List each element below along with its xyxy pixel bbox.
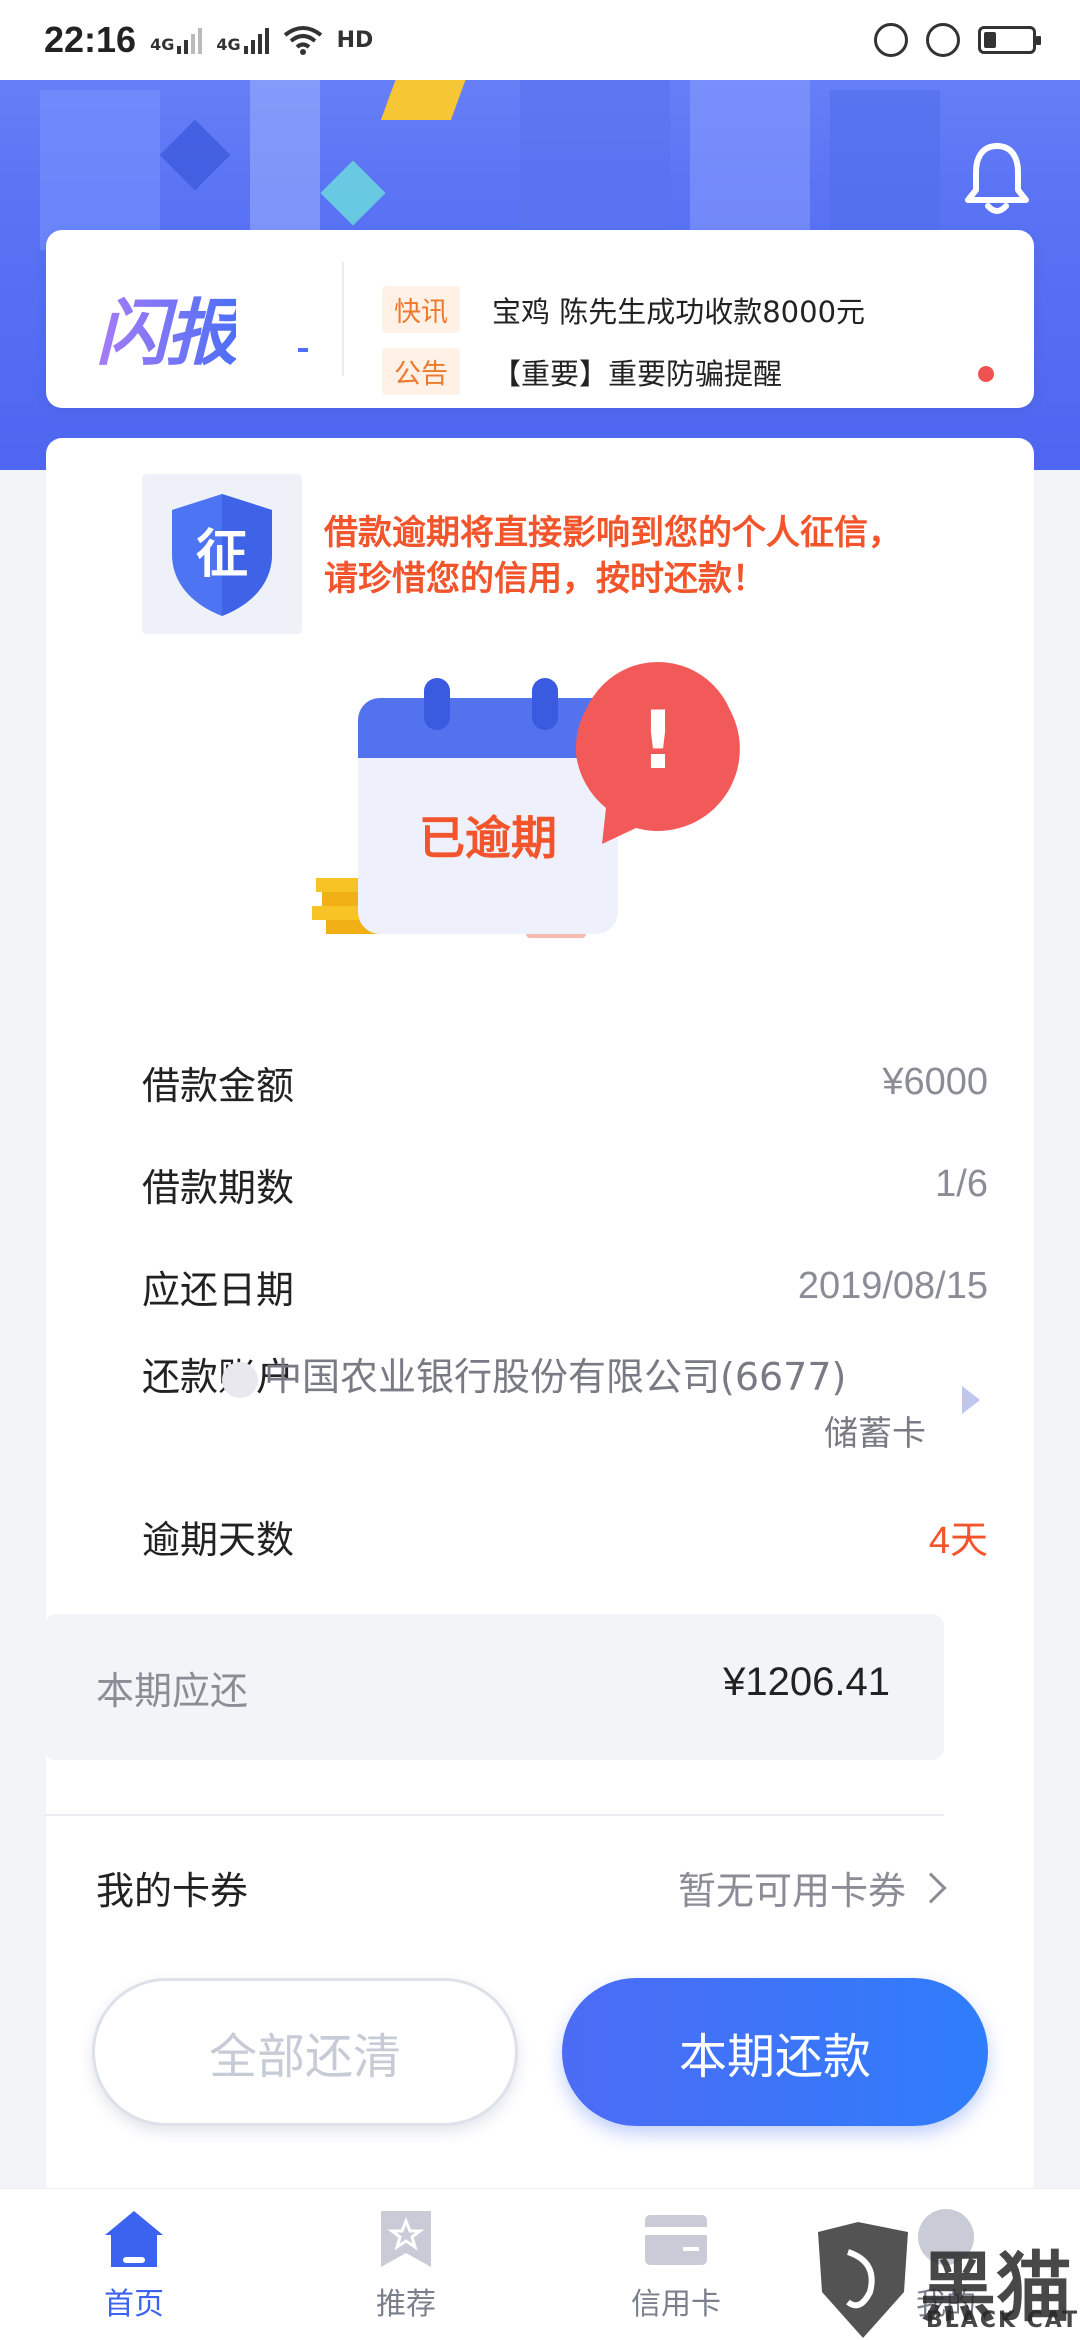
news-text: 【重要】重要防骗提醒	[492, 356, 783, 391]
tab-home[interactable]: 首页	[34, 2189, 234, 2340]
news-tag: 快讯	[382, 286, 460, 333]
pay-all-button[interactable]: 全部还清	[92, 1978, 518, 2126]
signal-icon: 4G	[216, 26, 269, 54]
news-logo: 闪报	[96, 274, 238, 379]
overdue-days-row: 逾期天数 4天	[142, 1517, 988, 1562]
home-icon	[105, 2211, 163, 2267]
news-item[interactable]: 快讯 宝鸡 陈先生成功收款8000元	[382, 286, 865, 333]
account-type: 储蓄卡	[824, 1414, 926, 1454]
divider	[342, 262, 344, 376]
chevron-right-icon	[915, 1871, 947, 1904]
loan-amount-row: 借款金额 ¥6000	[142, 1060, 988, 1108]
loan-periods-row: 借款期数 1/6	[142, 1162, 988, 1210]
watermark-logo: 黑猫 BLACK CAT	[808, 2222, 1080, 2340]
coupon-label: 我的卡券	[96, 1869, 249, 1913]
status-bar: 22:16 4G 4G HD	[0, 0, 1080, 80]
bank-name: 中国农业银行股份有限公司(6677)	[222, 1346, 846, 1401]
tab-credit-card[interactable]: 信用卡	[576, 2189, 776, 2340]
coupon-value: 暂无可用卡券	[677, 1869, 906, 1913]
status-time: 22:16	[44, 19, 137, 60]
due-date-row: 应还日期 2019/08/15	[142, 1264, 988, 1312]
star-bookmark-icon	[381, 2211, 431, 2267]
hd-icon: HD	[336, 27, 374, 53]
loan-card: 征 借款逾期将直接影响到您的个人征信， 请珍惜您的信用，按时还款！ 已逾期 ! …	[46, 438, 1034, 2198]
credit-shield-icon: 征	[142, 474, 302, 634]
arrow-right-icon	[962, 1386, 980, 1414]
unread-dot	[978, 366, 994, 382]
credit-card-icon	[645, 2215, 707, 2265]
current-due-box: 本期应还 ¥1206.41	[44, 1614, 944, 1760]
divider	[44, 1814, 944, 1816]
battery-icon	[978, 26, 1041, 54]
news-ticker[interactable]: 闪报 快讯 宝鸡 陈先生成功收款8000元 公告 【重要】重要防骗提醒	[46, 230, 1034, 408]
news-tag: 公告	[382, 348, 460, 395]
bell-icon[interactable]	[962, 140, 1032, 216]
news-text: 宝鸡 陈先生成功收款8000元	[492, 294, 866, 329]
svg-text:!: !	[640, 694, 676, 787]
wifi-icon	[283, 26, 322, 55]
bank-icon	[222, 1361, 258, 1398]
lock-rotation-icon	[874, 23, 908, 57]
alarm-icon	[926, 23, 960, 57]
overdue-calendar-illustration: 已逾期 !	[312, 662, 740, 938]
coupon-row[interactable]: 我的卡券 暂无可用卡券	[96, 1860, 947, 1915]
pay-current-button[interactable]: 本期还款	[562, 1978, 988, 2126]
credit-warning: 借款逾期将直接影响到您的个人征信， 请珍惜您的信用，按时还款！	[324, 513, 902, 599]
tab-recommend[interactable]: 推荐	[306, 2189, 506, 2340]
news-item[interactable]: 公告 【重要】重要防骗提醒	[382, 348, 782, 395]
svg-text:征: 征	[196, 525, 248, 585]
signal-icon: 4G	[150, 26, 203, 54]
svg-text:已逾期: 已逾期	[419, 811, 557, 865]
